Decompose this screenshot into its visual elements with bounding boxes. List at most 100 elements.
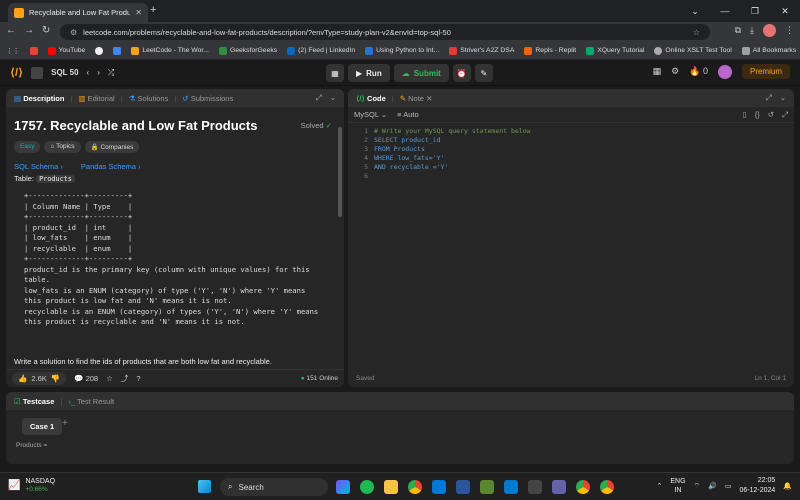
teams-icon[interactable]	[552, 480, 566, 494]
gemini-icon[interactable]	[113, 46, 122, 55]
browser-tab[interactable]: Recyclable and Low Fat Products ✕	[8, 3, 148, 22]
bookmark-youtube[interactable]: YouTube	[47, 46, 85, 55]
sql-schema-link[interactable]: SQL Schema ›	[14, 162, 63, 171]
bookmark-replit[interactable]: Repls - Replit	[524, 46, 576, 55]
clock[interactable]: 22:05 06-12-2024	[739, 476, 775, 496]
close-tab-icon[interactable]: ✕	[135, 8, 142, 17]
shuffle-icon[interactable]: ⤮	[108, 68, 114, 78]
maximize-icon[interactable]: ❐	[740, 0, 770, 22]
taskbar-search[interactable]: ⌕ Search	[220, 478, 328, 496]
tab-search-icon[interactable]: ⌄	[680, 0, 710, 22]
notification-icon[interactable]: 🔔	[783, 482, 792, 490]
menu-icon[interactable]: ⋮	[785, 25, 794, 36]
expand-icon[interactable]: ⤢	[766, 93, 772, 103]
share-icon[interactable]: ⤴	[121, 373, 129, 384]
favorite-star-icon[interactable]: ☆	[106, 374, 113, 383]
bookmark-xquery[interactable]: XQuery Tutorial	[586, 46, 644, 55]
minecraft-icon[interactable]	[480, 480, 494, 494]
chevron-down-icon[interactable]: ⌄	[330, 93, 336, 103]
companies-tag[interactable]: 🔒 Companies	[84, 141, 140, 153]
prev-problem-icon[interactable]: ‹	[87, 68, 90, 77]
language-select[interactable]: MySQL ⌄	[354, 110, 387, 119]
chrome-icon[interactable]	[408, 480, 422, 494]
download-icon[interactable]: ⤓	[750, 25, 754, 36]
streak-counter[interactable]: 🔥 0	[689, 66, 708, 77]
settings-gear-icon[interactable]: ⚙	[671, 66, 679, 77]
layout-icon[interactable]: ▦	[653, 66, 662, 77]
language-indicator[interactable]: ENG IN	[670, 477, 685, 495]
help-icon[interactable]: ?	[136, 374, 140, 383]
topics-tag[interactable]: ⌂ Topics	[44, 141, 81, 153]
close-window-icon[interactable]: ✕	[770, 0, 800, 22]
submit-button[interactable]: ☁ Submit	[393, 64, 449, 82]
all-bookmarks[interactable]: All Bookmarks	[741, 46, 796, 55]
bookmark-geeksforgeeks[interactable]: GeeksforGeeks	[218, 46, 277, 55]
bookmark-star-icon[interactable]: ☆	[693, 28, 700, 37]
debug-icon[interactable]: ▦	[326, 64, 344, 82]
new-tab-icon[interactable]: +	[150, 4, 156, 16]
thumbs-down-icon[interactable]: 👎	[51, 374, 60, 383]
study-plan-name[interactable]: SQL 50	[51, 68, 78, 77]
tab-solutions[interactable]: ⚗ Solutions	[129, 94, 169, 103]
pandas-schema-link[interactable]: Pandas Schema ›	[81, 162, 141, 171]
bookmark-leetcode[interactable]: LeetCode - The Wor...	[131, 46, 209, 55]
word-icon[interactable]	[456, 480, 470, 494]
comments-button[interactable]: 💬 208	[74, 374, 98, 383]
volume-icon[interactable]: 🔊	[708, 482, 717, 490]
bookmark-striver[interactable]: Striver's A2Z DSA	[449, 46, 514, 55]
case-1-tab[interactable]: Case 1	[22, 418, 63, 435]
next-problem-icon[interactable]: ›	[97, 68, 100, 77]
bookmark-coursera[interactable]: Using Python to Int...	[365, 46, 439, 55]
bookmark-xslt[interactable]: Online XSLT Test Tool	[654, 46, 732, 55]
extensions-icon[interactable]: ⧉	[735, 25, 741, 36]
alarm-icon[interactable]: ⏰	[452, 64, 471, 82]
reset-icon[interactable]: ↺	[768, 110, 774, 120]
chrome-profile-icon[interactable]	[600, 480, 614, 494]
expand-icon[interactable]: ⤢	[316, 93, 322, 103]
code-editor[interactable]: 1 # Write your MySQL query statement bel…	[348, 123, 794, 353]
vscode-icon[interactable]	[504, 480, 518, 494]
back-icon[interactable]: ←	[6, 25, 16, 36]
premium-button[interactable]: Premium	[741, 64, 790, 79]
tab-test-result[interactable]: ›_ Test Result	[68, 397, 114, 406]
profile-avatar[interactable]	[763, 24, 776, 37]
description-scrollbar[interactable]	[338, 127, 342, 217]
store-icon[interactable]	[528, 480, 542, 494]
tab-description[interactable]: ▤ Description	[14, 94, 64, 103]
github-icon[interactable]	[95, 46, 104, 55]
chrome-active-icon[interactable]	[576, 480, 590, 494]
reload-icon[interactable]: ↻	[42, 25, 50, 36]
omnibox[interactable]: ⚙ leetcode.com/problems/recyclable-and-l…	[60, 24, 710, 40]
chevron-down-icon[interactable]: ⌄	[780, 93, 786, 103]
tab-code[interactable]: ⟨/⟩ Code	[356, 94, 386, 103]
tab-submissions[interactable]: ↺ Submissions	[182, 94, 233, 103]
forward-icon[interactable]: →	[24, 25, 34, 36]
bookmark-linkedin[interactable]: (2) Feed | LinkedIn	[287, 46, 355, 55]
braces-icon[interactable]: {}	[755, 110, 760, 120]
fullscreen-icon[interactable]: ⤢	[782, 110, 788, 120]
tab-testcase[interactable]: ☑ Testcase	[14, 397, 54, 406]
stock-widget[interactable]: 📈 NASDAQ +0.66%	[8, 477, 55, 493]
site-info-icon[interactable]: ⚙	[70, 28, 77, 37]
bookmark-icon[interactable]: ▯	[743, 110, 747, 120]
battery-icon[interactable]: ▭	[725, 482, 732, 490]
close-icon[interactable]: ✕	[426, 94, 432, 103]
leetcode-logo-icon[interactable]: ⟨/⟩	[10, 66, 23, 79]
mail-icon[interactable]	[432, 480, 446, 494]
user-avatar[interactable]	[717, 64, 732, 79]
tab-editorial[interactable]: ▥ Editorial	[78, 94, 114, 103]
chevron-up-icon[interactable]: ⌃	[656, 482, 662, 490]
run-button[interactable]: ▶ Run	[348, 64, 390, 82]
windows-start-icon[interactable]	[198, 480, 211, 493]
spotify-icon[interactable]	[360, 480, 374, 494]
minimize-icon[interactable]: —	[710, 0, 740, 22]
apps-icon[interactable]: ⋮⋮	[6, 47, 20, 55]
gmail-icon[interactable]	[29, 46, 38, 55]
auto-mode[interactable]: ≡ Auto	[397, 110, 419, 119]
file-explorer-icon[interactable]	[384, 480, 398, 494]
wifi-icon[interactable]: ⌔	[694, 482, 701, 491]
tab-note[interactable]: ✎ Note ✕	[400, 94, 433, 103]
copilot-icon[interactable]	[336, 480, 350, 494]
notes-icon[interactable]: ✎	[474, 64, 493, 82]
like-button[interactable]: 👍 2.6K 👎	[12, 372, 67, 385]
